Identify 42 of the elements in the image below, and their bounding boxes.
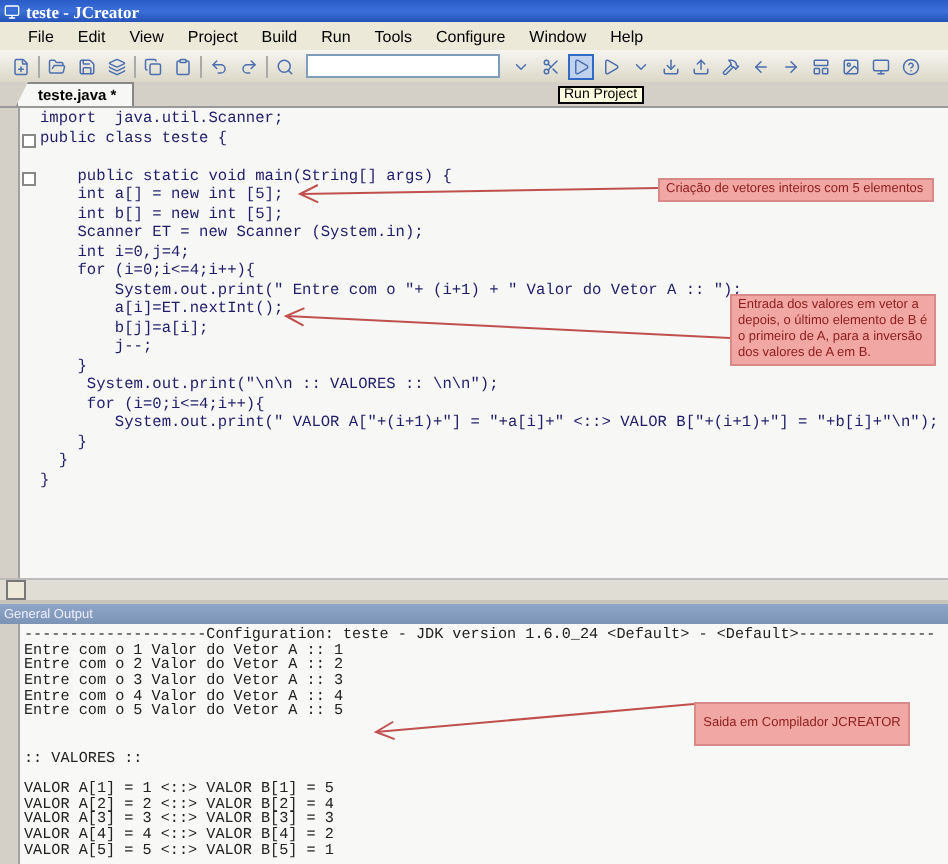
upload-icon: [692, 57, 710, 75]
window-title: teste - JCreator: [26, 1, 139, 21]
run-button[interactable]: [568, 53, 594, 79]
fold-icon[interactable]: [21, 171, 35, 186]
menu-item[interactable]: View: [117, 27, 176, 45]
save-icon: [78, 57, 96, 75]
menu-item[interactable]: Project: [175, 27, 250, 45]
new-file-icon: [12, 57, 30, 75]
forward-icon: [782, 57, 800, 75]
help-button[interactable]: [898, 53, 924, 79]
menu-item[interactable]: File: [16, 27, 66, 45]
stack-icon: [108, 57, 126, 75]
new-file-button[interactable]: [8, 53, 34, 79]
image-icon: [842, 57, 860, 75]
help-icon: [902, 57, 920, 75]
scroll-left-button[interactable]: [6, 580, 26, 600]
menu-item[interactable]: Tools: [362, 27, 424, 45]
menu-item[interactable]: Run: [309, 27, 363, 45]
menu-item[interactable]: Help: [598, 27, 656, 45]
copy-icon: [144, 57, 162, 75]
app-icon: [4, 3, 20, 19]
redo-icon: [240, 57, 258, 75]
clipboard-icon: [174, 57, 192, 75]
menu-item[interactable]: Build: [249, 27, 310, 45]
download-icon: [662, 57, 680, 75]
code-editor[interactable]: [0, 106, 948, 578]
search-combo-field[interactable]: [306, 54, 500, 78]
folder-icon: [48, 57, 66, 75]
fold-icon[interactable]: [21, 133, 35, 148]
copy-button[interactable]: [140, 53, 166, 79]
menu-item[interactable]: Window: [517, 27, 599, 45]
scissors-icon: [542, 57, 560, 75]
menu-item[interactable]: Configure: [423, 27, 518, 45]
monitor-icon: [872, 57, 890, 75]
back-icon: [752, 57, 770, 75]
panel-icon: [812, 57, 830, 75]
undo-icon: [210, 57, 228, 75]
search-icon: [276, 57, 294, 75]
stack-button[interactable]: [104, 53, 130, 79]
clipboard-button[interactable]: [170, 53, 196, 79]
hammer-icon: [722, 57, 740, 75]
menu-item[interactable]: Edit: [65, 27, 118, 45]
